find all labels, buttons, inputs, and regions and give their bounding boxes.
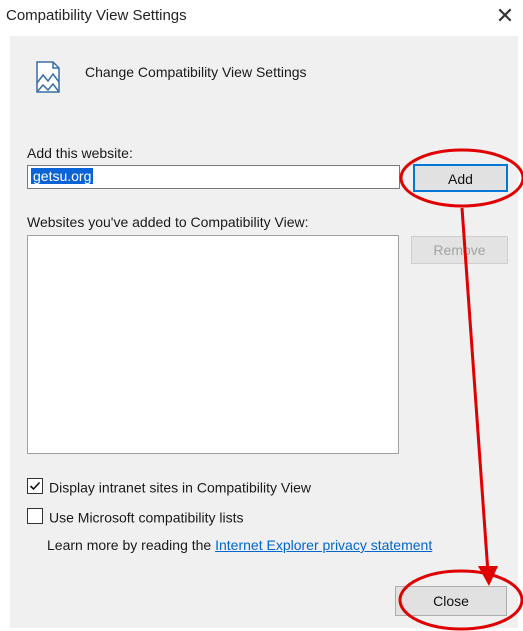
add-button[interactable]: Add [413,164,508,192]
website-input[interactable]: getsu.org [27,165,400,189]
close-icon[interactable]: ✕ [491,2,519,30]
close-button[interactable]: Close [395,586,507,616]
header-text: Change Compatibility View Settings [85,64,307,80]
intranet-label: Display intranet sites in Compatibility … [49,479,311,496]
intranet-checkbox[interactable] [27,478,43,495]
websites-list[interactable] [27,235,399,454]
privacy-statement-link[interactable]: Internet Explorer privacy statement [215,537,432,553]
ms-lists-checkbox[interactable] [27,508,43,525]
remove-button[interactable]: Remove [411,236,508,264]
title-bar: Compatibility View Settings ✕ [0,0,523,36]
dialog-body: Change Compatibility View Settings Add t… [10,36,518,628]
checkmark-icon [29,482,41,491]
ms-lists-option[interactable]: Use Microsoft compatibility lists [27,508,244,525]
website-input-value: getsu.org [31,168,94,184]
websites-list-label: Websites you've added to Compatibility V… [27,214,309,230]
window-title: Compatibility View Settings [6,7,187,24]
compatibility-view-icon [36,61,60,93]
ms-lists-label: Use Microsoft compatibility lists [49,509,244,526]
learn-more-prefix: Learn more by reading the [47,537,216,553]
intranet-option[interactable]: Display intranet sites in Compatibility … [27,478,311,495]
learn-more-text: Learn more by reading the Internet Explo… [47,537,432,553]
add-website-label: Add this website: [27,145,133,161]
